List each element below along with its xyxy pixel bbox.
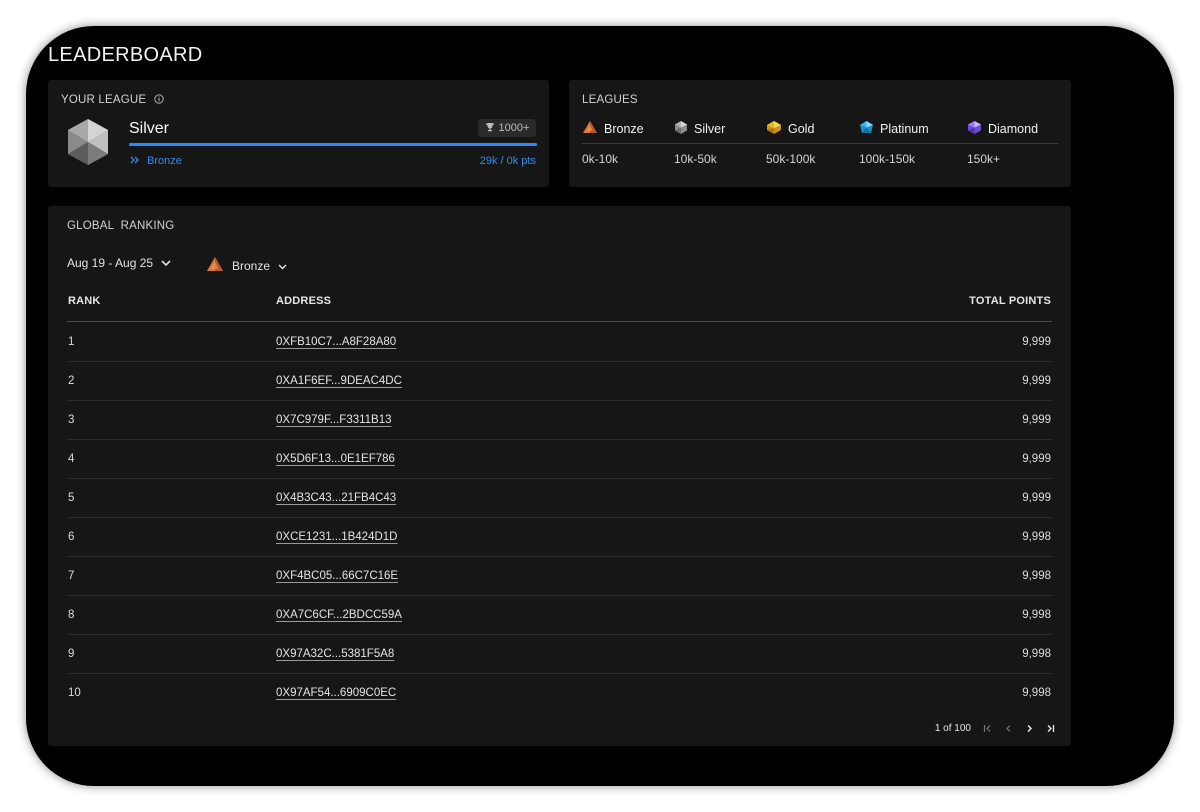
chevron-down-icon [278, 259, 287, 273]
your-league-heading: YOUR LEAGUE [61, 94, 164, 107]
column-header-address: ADDRESS [276, 295, 332, 307]
silver-league-badge-icon [66, 118, 110, 166]
rank-cell: 6 [68, 531, 75, 543]
league-range: 150k+ [967, 152, 1001, 166]
points-cell: 9,999 [1022, 414, 1051, 426]
column-header-rank: RANK [68, 295, 101, 307]
rank-cell: 3 [68, 414, 75, 426]
league-range: 50k-100k [766, 152, 816, 166]
rank-cell: 8 [68, 609, 75, 621]
league-progress-fill [129, 143, 537, 146]
silver-league-icon [674, 120, 688, 138]
address-link[interactable]: 0XA7C6CF...2BDCC59A [276, 609, 402, 621]
league-diamond: Diamond [967, 120, 1038, 138]
table-row: 1 0XFB10C7...A8F28A80 9,999 [67, 323, 1052, 362]
address-link[interactable]: 0X5D6F13...0E1EF786 [276, 453, 395, 465]
next-league-label: Bronze [147, 155, 182, 167]
league-name: Diamond [988, 122, 1039, 136]
rank-cell: 5 [68, 492, 75, 504]
league-platinum: Platinum [859, 120, 929, 138]
previous-page-icon[interactable] [1003, 722, 1013, 734]
app-window: LEADERBOARD YOUR LEAGUE Silver 1000+ Bro… [26, 26, 1174, 786]
rank-cell: 9 [68, 648, 75, 660]
rank-cell: 7 [68, 570, 75, 582]
table-row: 6 0XCE1231...1B424D1D 9,998 [67, 518, 1052, 557]
points-cell: 9,999 [1022, 336, 1051, 348]
points-cell: 9,998 [1022, 648, 1051, 660]
table-row: 9 0X97A32C...5381F5A8 9,998 [67, 635, 1052, 674]
double-chevron-right-icon [130, 155, 139, 167]
address-link[interactable]: 0XA1F6EF...9DEAC4DC [276, 375, 402, 387]
address-link[interactable]: 0X7C979F...F3311B13 [276, 414, 392, 426]
rank-cell: 4 [68, 453, 75, 465]
league-name: Silver [694, 122, 726, 136]
trophy-badge: 1000+ [478, 119, 536, 137]
league-progress-bar [129, 143, 537, 146]
table-row: 8 0XA7C6CF...2BDCC59A 9,998 [67, 596, 1052, 635]
league-name: Platinum [880, 122, 929, 136]
global-ranking-card: GLOBAL RANKING Aug 19 - Aug 25 Bronze RA… [48, 206, 1071, 746]
table-header-divider [67, 321, 1052, 322]
table-row: 10 0X97AF54...6909C0EC 9,998 [67, 674, 1052, 712]
rank-cell: 2 [68, 375, 75, 387]
points-cell: 9,999 [1022, 453, 1051, 465]
league-range: 100k-150k [859, 152, 916, 166]
league-name: Bronze [604, 121, 644, 136]
platinum-league-icon [859, 120, 874, 138]
info-icon[interactable] [154, 94, 164, 107]
current-league-name: Silver [129, 120, 170, 137]
points-cell: 9,998 [1022, 570, 1051, 582]
league-filter-label: Bronze [232, 258, 271, 273]
table-row: 7 0XF4BC05...66C7C16E 9,998 [67, 557, 1052, 596]
leagues-heading: LEAGUES [582, 94, 638, 106]
address-link[interactable]: 0X97AF54...6909C0EC [276, 687, 396, 699]
first-page-icon[interactable] [982, 722, 992, 734]
next-page-icon[interactable] [1024, 722, 1034, 734]
league-name: Gold [788, 122, 815, 136]
address-link[interactable]: 0X97A32C...5381F5A8 [276, 648, 394, 660]
your-league-heading-text: YOUR LEAGUE [61, 94, 147, 106]
next-league-link[interactable]: Bronze [130, 155, 182, 167]
pagination: 1 of 100 [935, 722, 1055, 734]
league-range: 10k-50k [674, 152, 717, 166]
bronze-league-icon [582, 120, 598, 137]
your-league-card: YOUR LEAGUE Silver 1000+ Bronze 29k / 0k… [48, 80, 549, 187]
points-progress-text: 29k / 0k pts [479, 155, 536, 167]
diamond-league-icon [967, 120, 982, 138]
points-cell: 9,998 [1022, 531, 1051, 543]
leagues-card: LEAGUES Bronze Silver Gold Platinum Diam… [569, 80, 1071, 187]
page-indicator: 1 of 100 [934, 722, 971, 734]
points-cell: 9,998 [1022, 687, 1051, 699]
rank-cell: 10 [68, 687, 81, 699]
league-silver: Silver [674, 120, 725, 138]
table-row: 2 0XA1F6EF...9DEAC4DC 9,999 [67, 362, 1052, 401]
column-header-total-points: TOTAL POINTS [969, 295, 1051, 307]
table-row: 4 0X5D6F13...0E1EF786 9,999 [67, 440, 1052, 479]
points-cell: 9,998 [1022, 609, 1051, 621]
table-row: 3 0X7C979F...F3311B13 9,999 [67, 401, 1052, 440]
gold-league-icon [766, 120, 782, 138]
chevron-down-icon [161, 256, 171, 270]
date-range-dropdown[interactable]: Aug 19 - Aug 25 [67, 256, 171, 270]
league-bronze: Bronze [582, 120, 644, 137]
address-link[interactable]: 0XF4BC05...66C7C16E [276, 570, 398, 582]
league-range: 0k-10k [582, 152, 619, 166]
date-range-label: Aug 19 - Aug 25 [67, 256, 154, 270]
address-link[interactable]: 0X4B3C43...21FB4C43 [276, 492, 396, 504]
last-page-icon[interactable] [1045, 722, 1055, 734]
points-cell: 9,999 [1022, 492, 1051, 504]
league-gold: Gold [766, 120, 814, 138]
table-row: 5 0X4B3C43...21FB4C43 9,999 [67, 479, 1052, 518]
bronze-league-icon [206, 256, 224, 275]
global-ranking-heading: GLOBAL RANKING [67, 220, 175, 232]
points-cell: 9,999 [1022, 375, 1051, 387]
leagues-divider [582, 143, 1058, 144]
trophy-badge-text: 1000+ [498, 122, 530, 134]
address-link[interactable]: 0XFB10C7...A8F28A80 [276, 336, 396, 348]
page-title: LEADERBOARD [48, 44, 203, 66]
trophy-icon [485, 122, 495, 135]
league-filter-dropdown[interactable]: Bronze [206, 256, 287, 275]
address-link[interactable]: 0XCE1231...1B424D1D [276, 531, 397, 543]
rank-cell: 1 [68, 336, 75, 348]
